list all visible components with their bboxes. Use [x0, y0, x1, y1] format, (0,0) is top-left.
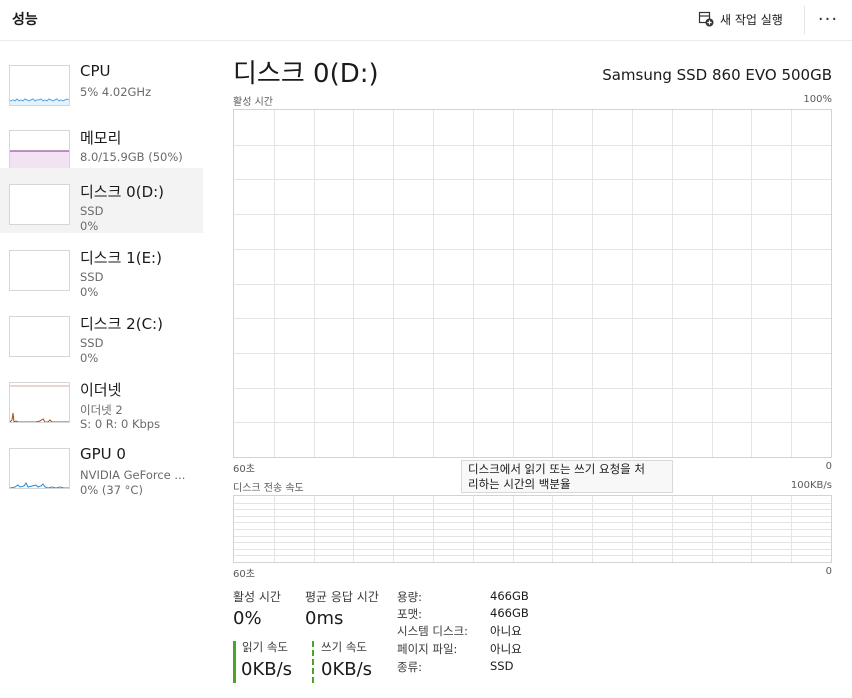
avg-response-label: 평균 응답 시간: [305, 590, 379, 604]
ethernet-thumbnail-line: [10, 412, 69, 422]
run-new-task-button[interactable]: 새 작업 실행: [698, 8, 783, 30]
read-speed-label: 읽기 속도: [242, 640, 288, 654]
active-time-grid: [234, 110, 831, 457]
gpu-thumbnail-line: [10, 482, 69, 488]
graph-tooltip: 디스크에서 읽기 또는 쓰기 요청을 처 리하는 시간의 백분율: [461, 460, 673, 493]
tooltip-line: 디스크에서 읽기 또는 쓰기 요청을 처: [468, 462, 645, 476]
sidebar-item-throughput: S: 0 R: 0 Kbps: [80, 417, 161, 431]
sidebar-item-adapter: 이더넷 2: [80, 403, 123, 417]
info-format-value: 466GB: [490, 606, 529, 620]
sidebar-item-ethernet[interactable]: 이더넷 이더넷 2 S: 0 R: 0 Kbps: [0, 366, 203, 431]
sidebar-item-disk-1[interactable]: 디스크 1(E:) SSD 0%: [0, 234, 203, 299]
info-system-disk-value: 아니요: [490, 624, 522, 638]
active-time-graph-min: 0: [825, 461, 832, 472]
sidebar-item-usage: 0% (37 °C): [80, 483, 143, 497]
info-format-key: 포맷:: [397, 607, 423, 621]
disk-2-thumbnail: [9, 316, 70, 357]
transfer-graph-duration: 60초: [233, 569, 255, 580]
transfer-graph-min: 0: [825, 566, 832, 577]
sidebar-item-usage: 0%: [80, 285, 99, 299]
read-speed-value: 0KB/s: [241, 659, 293, 680]
sidebar-item-type: SSD: [80, 336, 104, 350]
ethernet-thumbnail: [9, 382, 70, 423]
transfer-rate-graph[interactable]: [233, 495, 832, 563]
tooltip-line: 리하는 시간의 백분율: [468, 477, 571, 491]
info-system-disk-key: 시스템 디스크:: [397, 624, 469, 638]
sidebar-item-cpu[interactable]: CPU 5% 4.02GHz: [0, 49, 203, 114]
info-type-key: 종류:: [397, 660, 423, 674]
run-new-task-label: 새 작업 실행: [720, 12, 783, 27]
info-type-value: SSD: [490, 659, 514, 673]
transfer-graph-max: 100KB/s: [790, 480, 832, 491]
sidebar-item-disk-0[interactable]: 디스크 0(D:) SSD 0%: [0, 168, 203, 233]
sidebar-item-type: SSD: [80, 204, 104, 218]
memory-thumbnail: [9, 130, 70, 171]
sidebar-item-usage: 0%: [80, 219, 99, 233]
write-speed-label: 쓰기 속도: [321, 640, 367, 654]
disk-title: 디스크 0(D:): [233, 59, 379, 89]
active-time-graph-label: 활성 시간: [233, 97, 273, 108]
write-speed-value: 0KB/s: [321, 659, 373, 680]
transfer-graph-label: 디스크 전송 속도: [233, 483, 304, 494]
new-task-icon: [698, 11, 714, 27]
disk-1-thumbnail: [9, 250, 70, 291]
info-page-file-value: 아니요: [490, 642, 522, 656]
header-divider: [804, 6, 805, 34]
sidebar-item-name: 디스크 2(C:): [80, 315, 163, 333]
sidebar-item-name: 이더넷: [80, 381, 122, 399]
read-speed-indicator: [233, 641, 236, 683]
disk-0-thumbnail: [9, 184, 70, 225]
active-time-value: 0%: [233, 608, 262, 629]
sidebar-item-name: 메모리: [80, 129, 122, 147]
info-page-file-key: 페이지 파일:: [397, 642, 458, 656]
sidebar-item-disk-2[interactable]: 디스크 2(C:) SSD 0%: [0, 300, 203, 365]
info-capacity-value: 466GB: [490, 589, 529, 603]
transfer-rate-grid: [234, 496, 831, 562]
gpu-0-thumbnail: [9, 448, 70, 489]
active-time-graph-duration: 60초: [233, 464, 255, 475]
sidebar-item-name: 디스크 1(E:): [80, 249, 162, 267]
sidebar-item-usage: 0%: [80, 351, 99, 365]
sidebar-item-model: NVIDIA GeForce ...: [80, 468, 186, 482]
sidebar-item-detail: 5% 4.02GHz: [80, 85, 152, 99]
info-capacity-key: 용량:: [397, 590, 423, 604]
page-title: 성능: [12, 12, 38, 28]
sidebar-item-detail: 8.0/15.9GB (50%): [80, 150, 183, 164]
sidebar-item-type: SSD: [80, 270, 104, 284]
active-time-graph[interactable]: [233, 109, 832, 458]
active-time-graph-max: 100%: [803, 94, 832, 105]
sidebar-item-name: 디스크 0(D:): [80, 183, 165, 201]
active-time-label: 활성 시간: [233, 590, 281, 604]
sidebar-item-name: CPU: [80, 62, 111, 80]
sidebar-item-name: GPU 0: [80, 445, 126, 463]
more-options-button[interactable]: ···: [812, 8, 844, 30]
avg-response-value: 0ms: [305, 608, 344, 629]
sidebar-item-gpu-0[interactable]: GPU 0 NVIDIA GeForce ... 0% (37 °C): [0, 432, 203, 497]
cpu-thumbnail: [9, 65, 70, 106]
write-speed-indicator: [312, 641, 314, 683]
disk-model: Samsung SSD 860 EVO 500GB: [602, 66, 832, 84]
more-horizontal-icon: ···: [817, 8, 839, 30]
sidebar: CPU 5% 4.02GHz 메모리 8.0/15.9GB (50%) 디스크 …: [0, 41, 203, 698]
header: 성능 새 작업 실행 ···: [0, 0, 852, 41]
